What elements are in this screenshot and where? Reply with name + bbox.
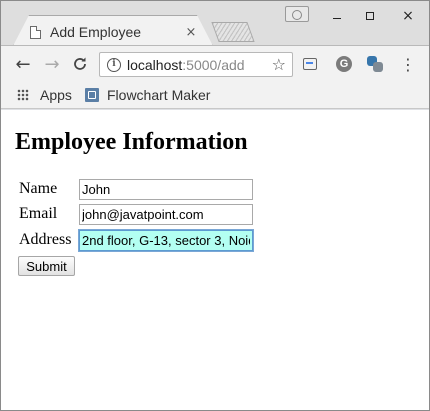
g-extension-label: G xyxy=(336,56,352,72)
name-label: Name xyxy=(19,180,58,197)
browser-toolbar: ← → i localhost:5000/add ☆ G ⋮ xyxy=(1,45,429,82)
info-icon[interactable]: i xyxy=(107,57,121,72)
bookmarks-bar: Apps Flowchart Maker xyxy=(1,82,429,109)
url-host: localhost xyxy=(127,56,183,73)
back-arrow-icon[interactable]: ← xyxy=(13,54,33,75)
tab-close-icon[interactable]: × xyxy=(184,25,198,40)
address-bar[interactable]: i localhost:5000/add ☆ xyxy=(99,52,293,77)
browser-window: Add Employee × × ← → i localhost:5000/ad… xyxy=(0,0,430,411)
bookmark-star-icon[interactable]: ☆ xyxy=(272,55,286,74)
email-label: Email xyxy=(19,205,58,222)
profile-icon[interactable] xyxy=(285,6,309,22)
page-viewport: Employee Information Name Email Address … xyxy=(1,110,429,410)
bookmark-apps-label: Apps xyxy=(40,87,72,103)
tab-title: Add Employee xyxy=(50,24,142,40)
tab-strip: Add Employee × × xyxy=(1,1,429,46)
name-field[interactable] xyxy=(79,179,253,200)
reload-icon-glyph xyxy=(74,57,86,70)
window-close-button[interactable]: × xyxy=(397,7,419,25)
tab-add-employee[interactable]: Add Employee × xyxy=(13,15,213,46)
email-field[interactable] xyxy=(79,204,253,225)
flowchart-icon xyxy=(85,88,99,102)
minimize-icon xyxy=(333,17,341,19)
bookmark-apps[interactable]: Apps xyxy=(17,86,72,104)
document-icon xyxy=(30,25,41,39)
reader-icon[interactable] xyxy=(300,54,320,74)
maximize-button[interactable] xyxy=(359,7,381,25)
menu-icon[interactable]: ⋮ xyxy=(398,54,418,74)
maximize-icon xyxy=(366,12,374,20)
submit-button[interactable]: Submit xyxy=(18,256,75,276)
minimize-button[interactable] xyxy=(326,7,348,25)
forward-arrow-icon[interactable]: → xyxy=(42,54,62,75)
address-field[interactable] xyxy=(79,230,253,251)
g-extension-icon[interactable]: G xyxy=(334,54,354,74)
reload-icon[interactable] xyxy=(70,54,90,74)
new-tab-button[interactable] xyxy=(211,22,255,42)
bookmark-flowchart-maker[interactable]: Flowchart Maker xyxy=(85,86,210,104)
address-label: Address xyxy=(19,231,72,248)
page-title: Employee Information xyxy=(15,129,248,155)
bookmark-flowchart-label: Flowchart Maker xyxy=(107,87,211,103)
url-path: :5000/add xyxy=(182,56,245,73)
python-icon[interactable] xyxy=(365,54,385,74)
apps-grid-icon xyxy=(17,89,29,101)
